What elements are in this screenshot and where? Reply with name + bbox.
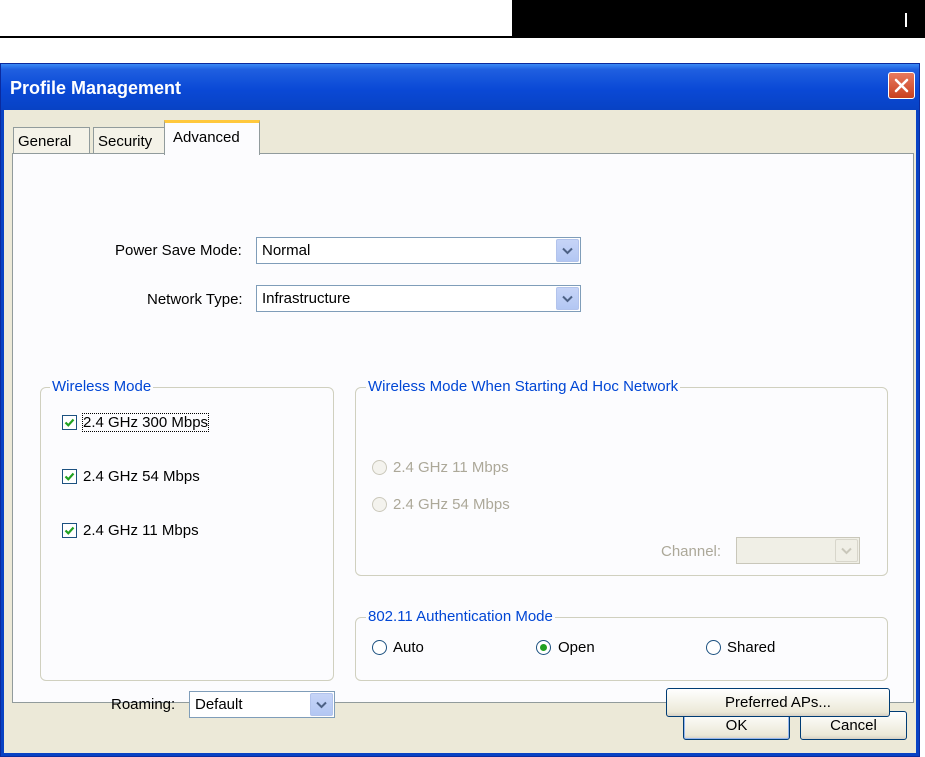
advanced-tab-panel: Power Save Mode: Normal Network Type: In… [12,153,914,718]
wireless-mode-300-checkbox[interactable] [62,415,77,430]
wireless-mode-54-label[interactable]: 2.4 GHz 54 Mbps [83,468,200,485]
close-button[interactable] [888,72,915,99]
ok-label: OK [725,717,748,734]
close-icon [894,78,909,93]
tab-advanced-label: Advanced [173,129,240,146]
preferred-aps-label: Preferred APs... [725,694,831,711]
adhoc-11-radio[interactable] [372,460,387,475]
profile-management-window: Profile Management General Security Adva… [0,63,920,757]
auth-mode-title: 802.11 Authentication Mode [366,608,555,625]
chevron-down-icon [841,547,852,554]
channel-dropdown-button[interactable] [835,539,858,562]
wireless-mode-11-label[interactable]: 2.4 GHz 11 Mbps [83,522,199,539]
checkmark-icon [64,418,75,427]
cancel-label: Cancel [830,717,877,734]
auth-shared-radio[interactable] [706,640,721,655]
auth-mode-group [355,617,888,681]
auth-auto-label[interactable]: Auto [393,639,424,656]
network-type-label: Network Type: [147,291,243,308]
tab-general[interactable]: General [13,127,90,154]
document-header-block [512,0,925,38]
radio-dot-icon [540,644,547,651]
power-save-label: Power Save Mode: [115,242,242,259]
roaming-dropdown-button[interactable] [310,693,333,716]
channel-label: Channel: [661,543,722,560]
adhoc-11-label: 2.4 GHz 11 Mbps [393,459,509,476]
roaming-label: Roaming: [111,696,176,713]
wireless-mode-300-label[interactable]: 2.4 GHz 300 Mbps [81,413,210,432]
preferred-aps-button[interactable]: Preferred APs... [666,688,890,717]
tab-security-label: Security [98,133,153,150]
wireless-mode-title: Wireless Mode [50,378,154,395]
checkmark-icon [64,472,75,481]
chevron-down-icon [316,701,327,708]
power-save-select[interactable]: Normal [256,237,581,264]
adhoc-54-label: 2.4 GHz 54 Mbps [393,496,510,513]
window-title: Profile Management [1,64,919,110]
power-save-dropdown-button[interactable] [556,239,579,262]
network-type-select[interactable]: Infrastructure [256,285,581,312]
auth-shared-label[interactable]: Shared [727,639,775,656]
document-header-rule [0,36,512,38]
adhoc-54-radio[interactable] [372,497,387,512]
power-save-value: Normal [262,242,311,259]
network-type-value: Infrastructure [262,290,351,307]
tab-general-label: General [18,133,72,150]
adhoc-mode-title: Wireless Mode When Starting Ad Hoc Netwo… [366,378,681,395]
wireless-mode-54-checkbox[interactable] [62,469,77,484]
chevron-down-icon [562,295,573,302]
chevron-down-icon [562,247,573,254]
checkmark-icon [64,526,75,535]
auth-open-label[interactable]: Open [558,639,595,656]
tab-security[interactable]: Security [93,127,165,154]
roaming-select[interactable]: Default [189,691,335,718]
tab-advanced[interactable]: Advanced [164,120,260,155]
roaming-value: Default [195,696,243,713]
auth-open-radio[interactable] [536,640,551,655]
auth-auto-radio[interactable] [372,640,387,655]
channel-select[interactable] [736,537,860,564]
wireless-mode-11-checkbox[interactable] [62,523,77,538]
network-type-dropdown-button[interactable] [556,287,579,310]
